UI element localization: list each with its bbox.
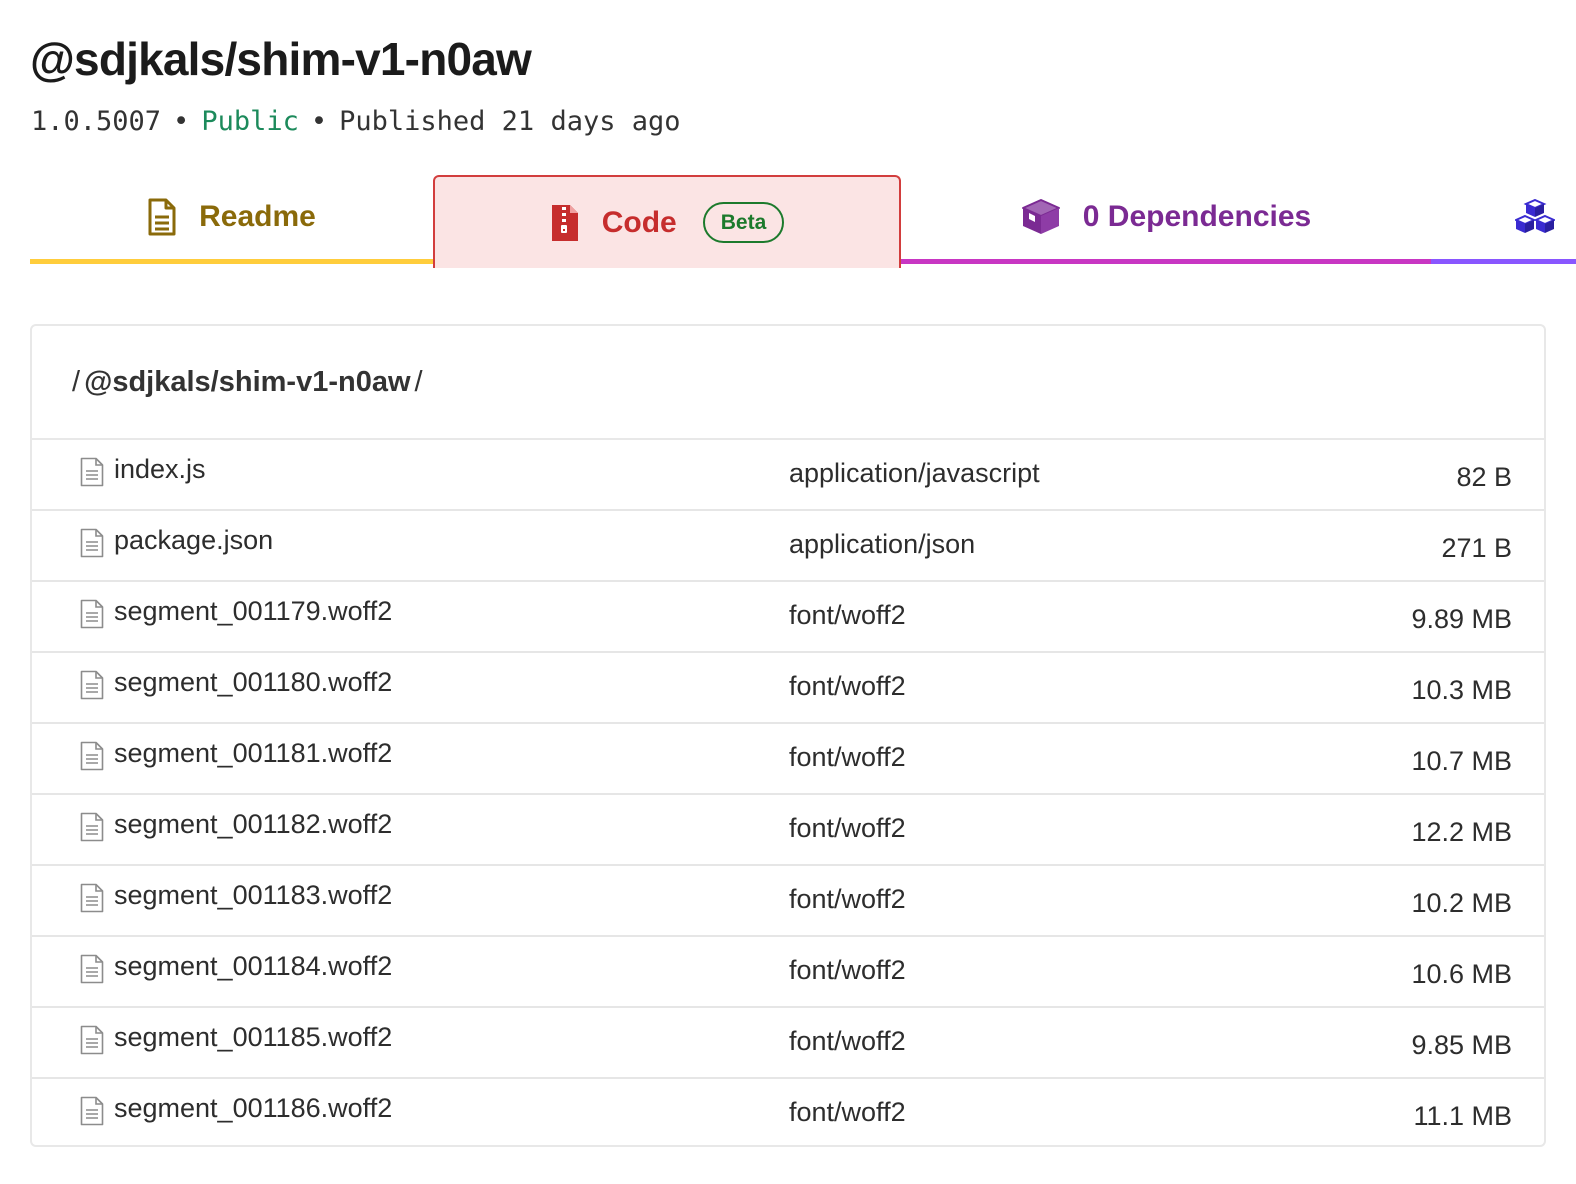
tab-readme-label: Readme bbox=[199, 200, 316, 233]
file-type: font/woff2 bbox=[789, 813, 906, 843]
tab-code[interactable]: Code Beta bbox=[433, 175, 901, 268]
tab-code-label: Code bbox=[601, 205, 677, 239]
file-row[interactable]: segment_001183.woff2 font/woff2 10.2 MB bbox=[32, 866, 1544, 937]
file-name[interactable]: segment_001186.woff2 bbox=[114, 1093, 392, 1124]
file-type: font/woff2 bbox=[789, 600, 906, 630]
breadcrumb-package[interactable]: @sdjkals/shim-v1-n0aw bbox=[84, 366, 410, 399]
file-row[interactable]: index.js application/javascript 82 B bbox=[32, 440, 1544, 511]
file-name[interactable]: segment_001183.woff2 bbox=[114, 880, 392, 911]
file-type: font/woff2 bbox=[789, 671, 906, 701]
published-date: Published 21 days ago bbox=[339, 106, 681, 137]
file-type: font/woff2 bbox=[789, 1026, 906, 1056]
file-icon bbox=[80, 1025, 104, 1055]
breadcrumb-separator: / bbox=[72, 365, 81, 398]
file-row[interactable]: segment_001182.woff2 font/woff2 12.2 MB bbox=[32, 795, 1544, 866]
file-type: font/woff2 bbox=[789, 884, 906, 914]
tab-dependencies-label: 0 Dependencies bbox=[1082, 200, 1312, 233]
package-tabs: Readme Code Beta 0 Dependencies bbox=[30, 175, 1576, 270]
file-name[interactable]: segment_001179.woff2 bbox=[114, 596, 392, 627]
file-row[interactable]: segment_001180.woff2 font/woff2 10.3 MB bbox=[32, 653, 1544, 724]
file-size: 10.3 MB bbox=[1411, 675, 1512, 705]
file-size: 271 B bbox=[1441, 533, 1512, 563]
file-row[interactable]: segment_001185.woff2 font/woff2 9.85 MB bbox=[32, 1008, 1544, 1079]
file-name[interactable]: index.js bbox=[114, 454, 206, 485]
readme-doc-icon bbox=[147, 198, 177, 236]
file-row[interactable]: segment_001186.woff2 font/woff2 11.1 MB bbox=[32, 1079, 1544, 1145]
file-name[interactable]: segment_001181.woff2 bbox=[114, 738, 392, 769]
file-type: application/json bbox=[789, 529, 976, 559]
file-name[interactable]: package.json bbox=[114, 525, 273, 556]
breadcrumb-separator: / bbox=[414, 365, 423, 398]
file-size: 9.89 MB bbox=[1411, 604, 1512, 634]
file-icon bbox=[80, 457, 104, 487]
file-row[interactable]: package.json application/json 271 B bbox=[32, 511, 1544, 582]
file-size: 10.6 MB bbox=[1411, 959, 1512, 989]
file-row[interactable]: segment_001179.woff2 font/woff2 9.89 MB bbox=[32, 582, 1544, 653]
file-name[interactable]: segment_001180.woff2 bbox=[114, 667, 392, 698]
file-icon bbox=[80, 528, 104, 558]
file-size: 10.2 MB bbox=[1411, 888, 1512, 918]
meta-separator: • bbox=[310, 106, 328, 137]
file-size: 82 B bbox=[1456, 462, 1512, 492]
file-type: font/woff2 bbox=[789, 1097, 906, 1127]
file-type: application/javascript bbox=[789, 458, 1040, 488]
breadcrumb: / @sdjkals/shim-v1-n0aw / bbox=[32, 326, 1544, 440]
file-name[interactable]: segment_001182.woff2 bbox=[114, 809, 392, 840]
file-icon bbox=[80, 954, 104, 984]
file-icon bbox=[80, 670, 104, 700]
zip-file-icon bbox=[550, 203, 580, 243]
file-icon bbox=[80, 599, 104, 629]
meta-separator: • bbox=[173, 106, 190, 137]
file-browser: / @sdjkals/shim-v1-n0aw / index.js applica… bbox=[30, 324, 1546, 1147]
file-list: index.js application/javascript 82 B pac… bbox=[32, 440, 1544, 1145]
tab-dependencies[interactable]: 0 Dependencies bbox=[901, 175, 1431, 264]
tab-readme[interactable]: Readme bbox=[30, 175, 433, 264]
file-row[interactable]: segment_001184.woff2 font/woff2 10.6 MB bbox=[32, 937, 1544, 1008]
file-size: 11.1 MB bbox=[1413, 1101, 1512, 1131]
box-icon bbox=[1021, 198, 1061, 236]
tab-dependents[interactable] bbox=[1431, 175, 1576, 264]
visibility-badge: Public bbox=[201, 106, 299, 137]
beta-badge: Beta bbox=[702, 202, 785, 243]
package-meta: 1.0.5007 • Public • Published 21 days ago bbox=[31, 102, 681, 142]
file-icon bbox=[80, 1096, 104, 1126]
file-name[interactable]: segment_001184.woff2 bbox=[114, 951, 392, 982]
file-type: font/woff2 bbox=[789, 955, 906, 985]
package-version: 1.0.5007 bbox=[31, 106, 162, 137]
file-name[interactable]: segment_001185.woff2 bbox=[114, 1022, 392, 1053]
file-type: font/woff2 bbox=[789, 742, 906, 772]
file-icon bbox=[80, 883, 104, 913]
file-icon bbox=[80, 741, 104, 771]
file-size: 9.85 MB bbox=[1411, 1030, 1512, 1060]
file-size: 12.2 MB bbox=[1411, 817, 1512, 847]
file-size: 10.7 MB bbox=[1411, 746, 1512, 776]
file-icon bbox=[80, 812, 104, 842]
cubes-icon bbox=[1513, 198, 1557, 235]
file-row[interactable]: segment_001181.woff2 font/woff2 10.7 MB bbox=[32, 724, 1544, 795]
package-title: @sdjkals/shim-v1-n0aw bbox=[30, 33, 532, 85]
